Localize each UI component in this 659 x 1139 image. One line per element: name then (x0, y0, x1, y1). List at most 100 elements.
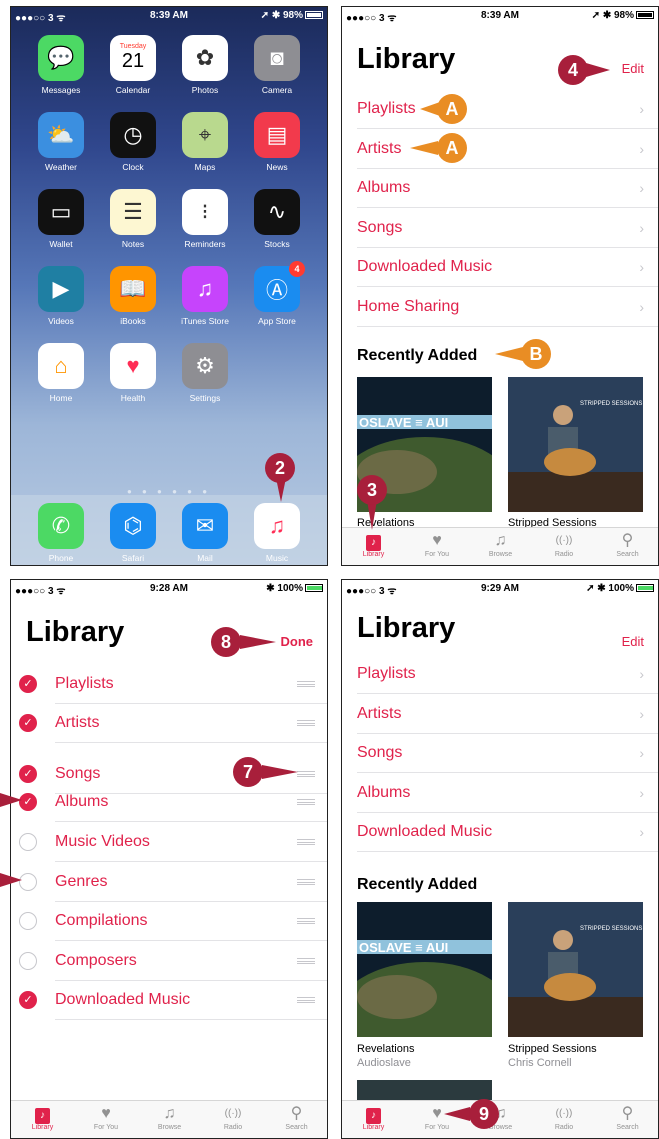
tab-for-you[interactable]: ♥ For You (406, 531, 469, 558)
tab-search[interactable]: ⚲ Search (596, 531, 658, 558)
edit-row-playlists[interactable]: ✓ Playlists (11, 664, 327, 704)
album-art-stripped-sessions[interactable]: STRIPPED SESSIONS (508, 902, 643, 1037)
checked-icon[interactable]: ✓ (19, 675, 37, 693)
library-row-downloaded-music[interactable]: Downloaded Music › (357, 247, 658, 287)
edit-row-compilations[interactable]: Compilations (11, 901, 327, 941)
library-row-albums[interactable]: Albums › (357, 773, 658, 813)
library-row-home-sharing[interactable]: Home Sharing › (357, 287, 658, 327)
app-itunes-store[interactable]: ♫ iTunes Store (173, 266, 237, 326)
tab-radio[interactable]: ((·)) Radio (533, 1104, 596, 1131)
reorder-handle-icon[interactable] (297, 720, 315, 726)
app-calendar[interactable]: Tuesday 21 Calendar (101, 35, 165, 95)
app-wallet[interactable]: ▭ Wallet (29, 189, 93, 249)
tab-library[interactable]: ♪ Library (342, 531, 405, 558)
reorder-handle-icon[interactable] (297, 879, 315, 885)
app-videos[interactable]: ▶ Videos (29, 266, 93, 326)
reorder-handle-icon[interactable] (297, 918, 315, 924)
callout-pointer (240, 635, 276, 649)
home-app-icon: ⌂ (38, 343, 84, 389)
row-label: Genres (55, 873, 108, 890)
tab-label: For You (424, 1124, 450, 1131)
tab-radio[interactable]: ((·)) Radio (533, 531, 596, 558)
tab-search[interactable]: ⚲ Search (596, 1104, 658, 1131)
library-row-playlists[interactable]: Playlists › (357, 89, 658, 129)
app-reminders[interactable]: ⁝ Reminders (173, 189, 237, 249)
app-label: Videos (48, 316, 74, 326)
reorder-handle-icon[interactable] (297, 958, 315, 964)
app-photos[interactable]: ✿ Photos (173, 35, 237, 95)
app-label: Messages (41, 85, 81, 95)
chevron-right-icon: › (639, 824, 644, 840)
checked-icon[interactable]: ✓ (19, 714, 37, 732)
unchecked-icon[interactable] (19, 952, 37, 970)
app-health[interactable]: ♥ Health (101, 343, 165, 403)
app-app-store[interactable]: Ⓐ 4 App Store (245, 261, 309, 326)
app-camera[interactable]: ◙ Camera (245, 35, 309, 95)
tab-label: Library (362, 1124, 385, 1131)
app-stocks[interactable]: ∿ Stocks (245, 189, 309, 249)
app-ibooks[interactable]: 📖 iBooks (101, 266, 165, 326)
library-screen: ●●●○○ 3 ᯤ 8:39 AM ➚ ✱ 98% Library Edit P… (341, 6, 659, 566)
library-row-artists[interactable]: Artists › (357, 694, 658, 734)
status-bar: ●●●○○ 3 ᯤ 8:39 AM ➚ ✱ 98% (342, 7, 658, 25)
edit-row-composers[interactable]: Composers (11, 941, 327, 981)
tab-library[interactable]: ♪ Library (11, 1104, 74, 1131)
library-row-albums[interactable]: Albums › (357, 168, 658, 208)
tab-library[interactable]: ♪ Library (342, 1104, 405, 1131)
dock-app-mail[interactable]: ✉ Mail (173, 503, 237, 563)
library-icon: ♪ (366, 535, 381, 551)
album-art-image: STRIPPED SESSIONS (508, 902, 643, 1037)
unchecked-icon[interactable] (19, 912, 37, 930)
library-row-downloaded-music[interactable]: Downloaded Music › (357, 812, 658, 852)
edit-button[interactable]: Edit (622, 61, 644, 76)
tab-bar: ♪ Library ♥ For You ♫ Browse ((·)) Radio ⚲ Search (342, 527, 658, 565)
app-notes[interactable]: ☰ Notes (101, 189, 165, 249)
album-title: Revelations (357, 1043, 415, 1055)
album-art-revelations[interactable]: OSLAVE ≡ AUI (357, 902, 492, 1037)
reorder-handle-icon[interactable] (297, 839, 315, 845)
app-clock[interactable]: ◷ Clock (101, 112, 165, 172)
app-news[interactable]: ▤ News (245, 112, 309, 172)
edit-row-artists[interactable]: ✓ Artists (11, 703, 327, 743)
tab-label: Search (616, 551, 639, 558)
app-home[interactable]: ⌂ Home (29, 343, 93, 403)
tab-for-you[interactable]: ♥ For You (75, 1104, 138, 1131)
reorder-handle-icon[interactable] (297, 681, 315, 687)
reorder-handle-icon[interactable] (297, 799, 315, 805)
reorder-handle-icon[interactable] (297, 997, 315, 1003)
tab-radio[interactable]: ((·)) Radio (202, 1104, 265, 1131)
photos-icon: ✿ (182, 35, 228, 81)
app-messages[interactable]: 💬 Messages (29, 35, 93, 95)
library-row-artists[interactable]: Artists › (357, 129, 658, 169)
library-row-songs[interactable]: Songs › (357, 733, 658, 773)
tab-browse[interactable]: ♫ Browse (469, 531, 532, 558)
callout-pointer (262, 765, 298, 779)
edit-row-genres[interactable]: Genres (11, 862, 327, 902)
dock-app-phone[interactable]: ✆ Phone (29, 503, 93, 563)
tab-browse[interactable]: ♫ Browse (138, 1104, 201, 1131)
app-weather[interactable]: ⛅ Weather (29, 112, 93, 172)
unchecked-icon[interactable] (19, 833, 37, 851)
edit-row-music-videos[interactable]: Music Videos (11, 822, 327, 862)
tab-search[interactable]: ⚲ Search (265, 1104, 327, 1131)
dock-app-music[interactable]: ♫ Music (245, 503, 309, 563)
done-button[interactable]: Done (281, 634, 314, 649)
callout-3: 3 (357, 475, 387, 505)
app-maps[interactable]: ⌖ Maps (173, 112, 237, 172)
app-label: Music (265, 553, 289, 563)
library-row-playlists[interactable]: Playlists › (357, 654, 658, 694)
checked-icon[interactable]: ✓ (19, 991, 37, 1009)
dock-app-safari[interactable]: ⌬ Safari (101, 503, 165, 563)
edit-row-albums[interactable]: ✓ Albums (11, 782, 327, 822)
library-row-songs[interactable]: Songs › (357, 208, 658, 248)
app-label: Reminders (184, 239, 226, 249)
callout-pointer (0, 793, 22, 807)
reorder-handle-icon[interactable] (297, 771, 315, 777)
search-icon: ⚲ (621, 532, 634, 549)
edit-row-downloaded-music[interactable]: ✓ Downloaded Music (11, 980, 327, 1020)
checked-icon[interactable]: ✓ (19, 765, 37, 783)
callout-7: 7 (233, 757, 263, 787)
edit-button[interactable]: Edit (622, 634, 644, 649)
app-settings[interactable]: ⚙ Settings (173, 343, 237, 403)
album-art-stripped-sessions[interactable]: STRIPPED SESSIONS (508, 377, 643, 512)
